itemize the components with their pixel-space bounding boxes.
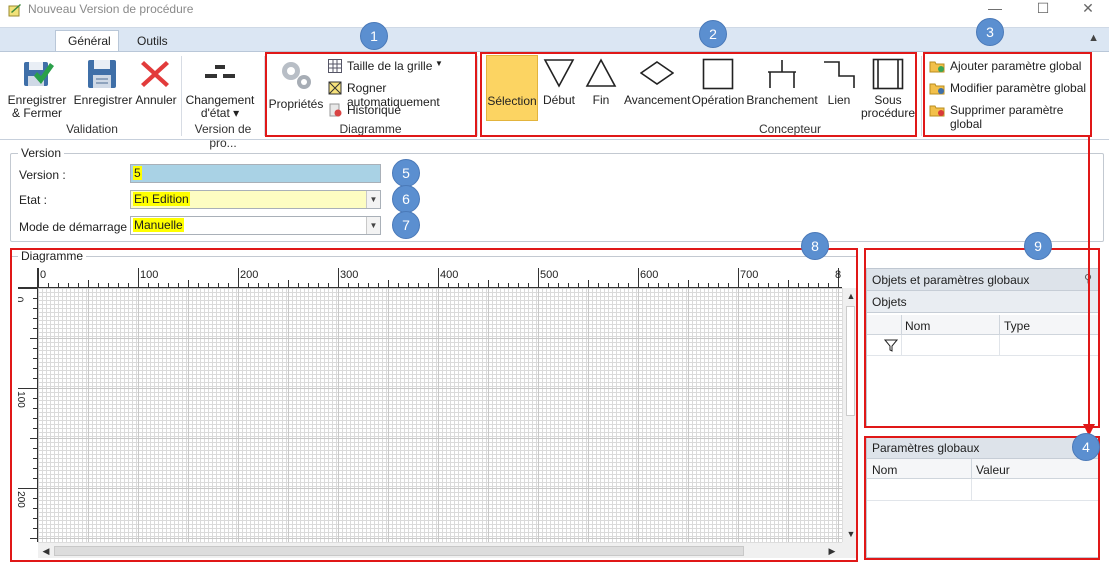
badge-5: 5 [392,159,420,187]
cancel-button[interactable]: Annuler [134,56,178,116]
badge-8: 8 [801,232,829,260]
startup-mode-value: Manuelle [133,218,184,232]
cancel-icon [141,61,169,87]
change-state-label-2: d'état ▾ [200,106,240,120]
save-close-label-2: & Fermer [11,106,62,120]
badge-3: 3 [976,18,1004,46]
group-validation-title: Validation [66,122,118,136]
title-bar: Nouveau Version de procédure — ☐ ✕ [0,0,1109,20]
arrow-connector [1083,137,1095,436]
close-button[interactable]: ✕ [1073,0,1103,18]
badge-7: 7 [392,211,420,239]
separator [921,56,922,136]
maximize-button[interactable]: ☐ [1028,0,1058,18]
save-button[interactable]: Enregistrer [72,56,134,116]
save-label: Enregistrer [73,93,133,107]
change-state-icon [205,65,235,78]
app-icon [8,4,21,17]
version-value: 5 [133,166,142,180]
badge-2: 2 [699,20,727,48]
state-value: En Edition [133,192,190,206]
badge-4: 4 [1072,433,1100,461]
save-icon [88,60,116,88]
version-legend: Version [18,146,65,160]
chevron-down-icon[interactable]: ▼ [366,217,380,234]
save-close-icon [24,62,54,86]
badge-6: 6 [392,185,420,213]
group-version-title: Version de pro... [194,122,252,150]
window-title: Nouveau Version de procédure [28,2,194,16]
highlight-box-9 [864,248,1100,428]
cancel-label: Annuler [135,93,177,107]
ribbon-collapse-icon[interactable]: ▲ [1088,32,1099,44]
startup-mode-select[interactable]: Manuelle ▼ [130,216,381,235]
state-select[interactable]: En Edition ▼ [130,190,381,209]
highlight-box-8 [10,248,858,562]
highlight-box-3 [923,52,1092,137]
state-label: Etat : [19,193,48,207]
ribbon-tab-bar: Général Outils ▲ [0,27,1109,54]
separator [477,56,478,136]
highlight-box-4 [864,436,1100,560]
save-close-button[interactable]: Enregistrer & Fermer [6,56,68,120]
startup-mode-label: Mode de démarrage : [19,220,134,234]
badge-1: 1 [360,22,388,50]
tab-outils[interactable]: Outils [125,31,180,53]
chevron-down-icon[interactable]: ▼ [366,191,380,208]
minimize-button[interactable]: — [980,0,1010,18]
highlight-box-2 [480,52,917,137]
version-label: Version : [19,168,66,182]
highlight-box-1 [265,52,477,137]
badge-9: 9 [1024,232,1052,260]
change-state-button[interactable]: Changement d'état ▾ [184,56,256,120]
version-field[interactable]: 5 [130,164,381,183]
